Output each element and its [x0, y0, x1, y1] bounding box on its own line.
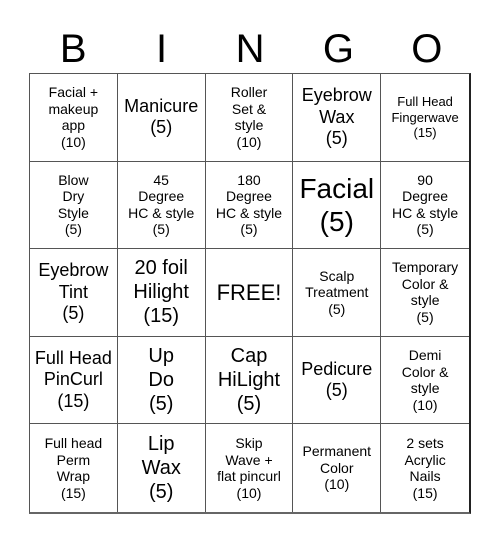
bingo-cell[interactable]: Facial + makeup app (10)	[30, 74, 118, 162]
header-letter-g: G	[322, 27, 354, 71]
bingo-cell[interactable]: Up Do (5)	[117, 336, 206, 425]
bingo-cell[interactable]: 90 Degree HC & style (5)	[381, 162, 469, 250]
bingo-cell[interactable]: Demi Color & style (10)	[381, 337, 469, 425]
bingo-cell[interactable]: Full Head PinCurl (15)	[30, 336, 118, 425]
bingo-cell[interactable]: Scalp Treatment (5)	[293, 249, 382, 337]
bingo-cell[interactable]: 20 foil Hilight (15)	[117, 249, 206, 337]
bingo-cell[interactable]: Blow Dry Style (5)	[30, 161, 118, 250]
bingo-cell[interactable]: 45 Degree HC & style (5)	[117, 161, 206, 250]
bingo-cell[interactable]: Permanent Color (10)	[293, 424, 382, 512]
header-letter-o: O	[411, 27, 443, 71]
bingo-cell[interactable]: Facial (5)	[293, 161, 382, 250]
bingo-card-grid: Facial + makeup app (10) Manicure (5) Ro…	[29, 73, 471, 514]
bingo-cell[interactable]: Full Head Fingerwave (15)	[381, 74, 469, 162]
bingo-cell[interactable]: Manicure (5)	[117, 74, 206, 162]
bingo-cell[interactable]: Eyebrow Wax (5)	[293, 74, 382, 162]
bingo-cell[interactable]: Cap HiLight (5)	[205, 336, 294, 425]
bingo-cell[interactable]: Pedicure (5)	[293, 336, 382, 425]
bingo-cell[interactable]: Full head Perm Wrap (15)	[30, 424, 118, 512]
bingo-cell[interactable]: Roller Set & style (10)	[205, 74, 294, 162]
bingo-cell[interactable]: Eyebrow Tint (5)	[30, 249, 118, 337]
bingo-cell[interactable]: 180 Degree HC & style (5)	[205, 161, 294, 250]
bingo-cell[interactable]: 2 sets Acrylic Nails (15)	[381, 424, 469, 512]
bingo-cell[interactable]: Lip Wax (5)	[118, 424, 206, 512]
header-letter-i: I	[156, 27, 168, 71]
header-letter-n: N	[235, 27, 265, 71]
bingo-header: B I N G O	[29, 26, 471, 72]
free-space[interactable]: FREE!	[205, 249, 294, 337]
bingo-cell[interactable]: Temporary Color & style (5)	[381, 249, 469, 337]
bingo-cell[interactable]: Skip Wave + flat pincurl (10)	[206, 424, 294, 512]
header-letter-b: B	[59, 27, 87, 71]
